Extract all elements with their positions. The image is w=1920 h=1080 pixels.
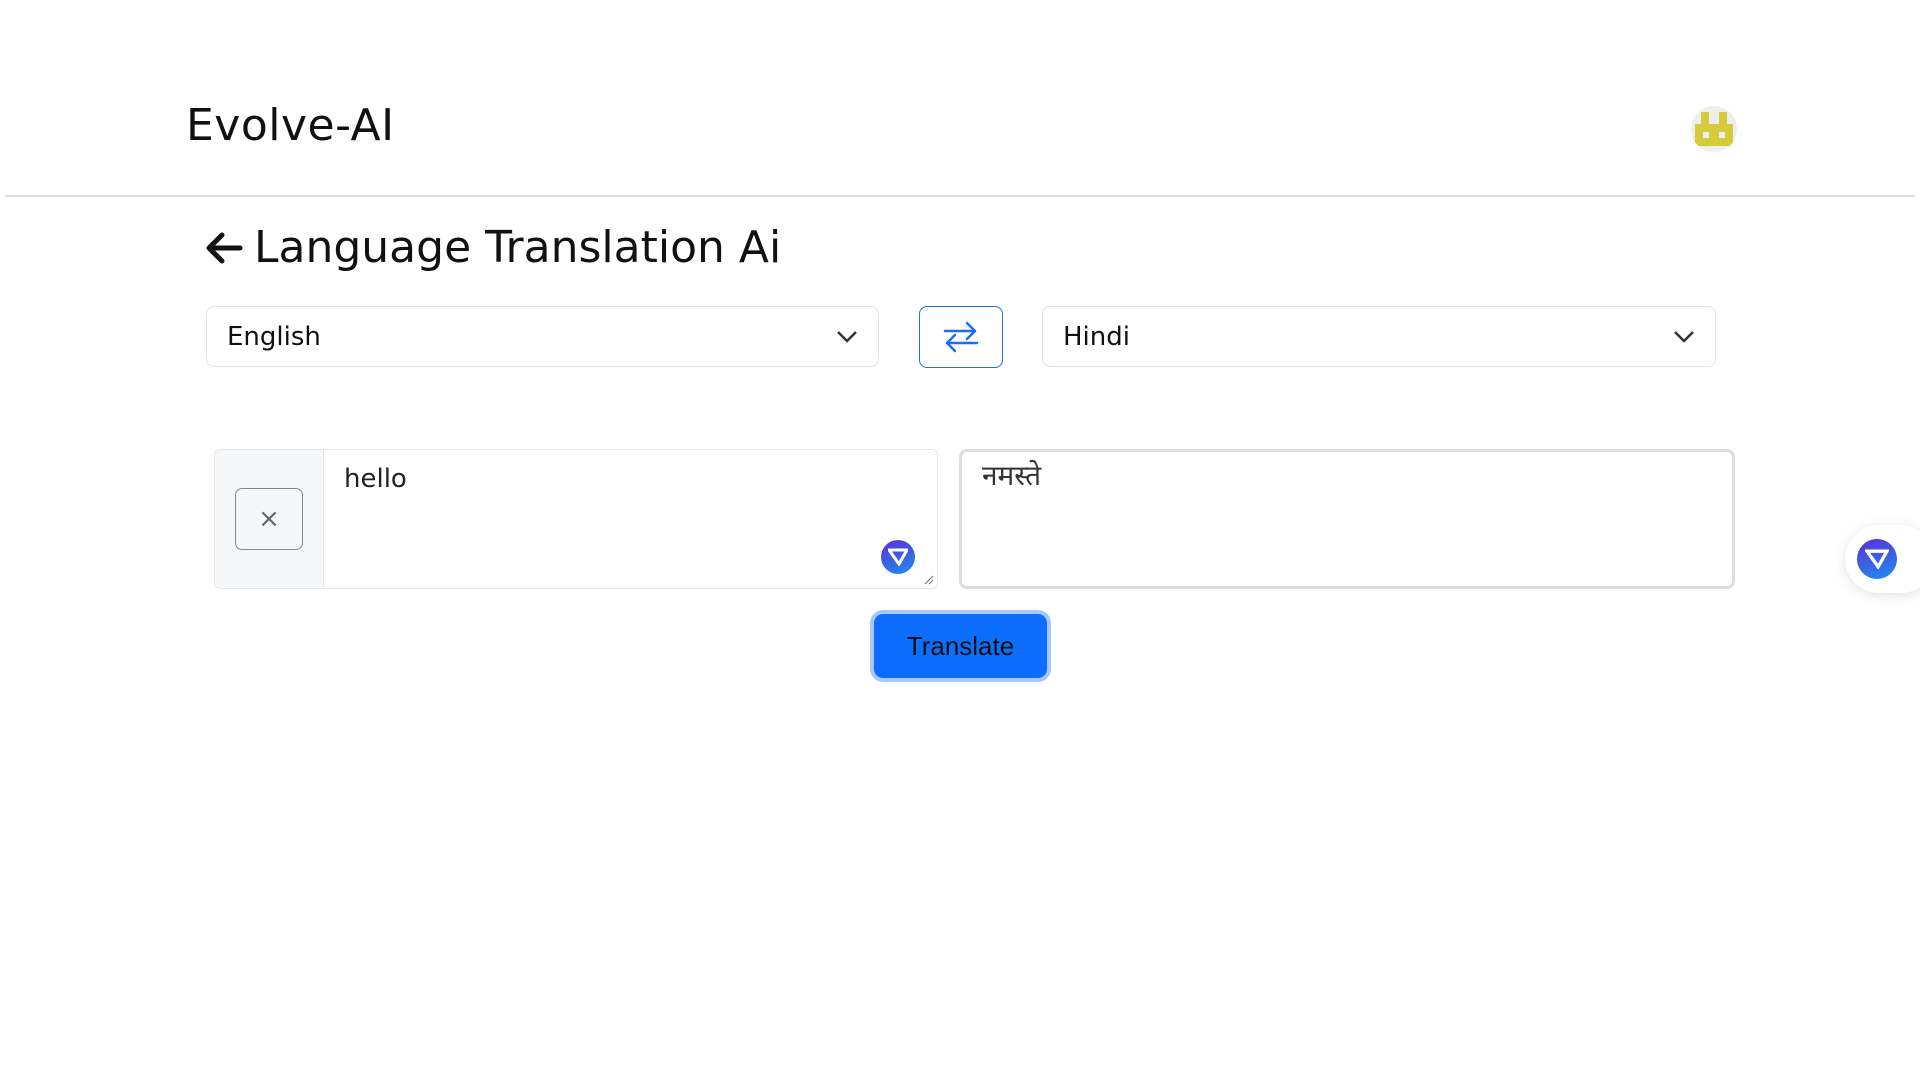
page-title: Language Translation Ai bbox=[254, 222, 782, 273]
output-text: नमस्ते bbox=[982, 459, 1042, 492]
close-icon: × bbox=[258, 504, 280, 534]
swap-languages-button[interactable] bbox=[919, 306, 1003, 368]
source-input-group: × hello bbox=[214, 449, 938, 589]
target-language-select[interactable]: Hindi bbox=[1042, 306, 1716, 367]
resize-handle-icon[interactable] bbox=[922, 573, 934, 585]
target-language-value: Hindi bbox=[1063, 321, 1130, 352]
arrow-left-icon[interactable] bbox=[204, 228, 244, 268]
translation-output[interactable]: नमस्ते bbox=[959, 449, 1735, 589]
page-header: Language Translation Ai bbox=[204, 222, 781, 273]
translate-button[interactable]: Translate bbox=[874, 614, 1047, 678]
source-textarea[interactable]: hello bbox=[324, 450, 937, 588]
pixel-avatar-icon bbox=[1695, 112, 1733, 146]
floating-extension-widget[interactable] bbox=[1845, 525, 1920, 593]
source-text: hello bbox=[344, 464, 407, 494]
source-language-value: English bbox=[227, 321, 321, 352]
header-divider bbox=[5, 195, 1915, 197]
brand-logo[interactable]: Evolve-AI bbox=[186, 100, 395, 151]
source-language-select[interactable]: English bbox=[206, 306, 879, 367]
clear-button[interactable]: × bbox=[235, 488, 303, 550]
chevron-down-icon bbox=[1674, 330, 1694, 343]
user-avatar[interactable] bbox=[1691, 106, 1737, 152]
extension-logo-icon[interactable] bbox=[881, 540, 915, 574]
input-addon: × bbox=[215, 450, 324, 588]
extension-logo-icon bbox=[1857, 539, 1897, 579]
chevron-down-icon bbox=[837, 330, 857, 343]
swap-arrows-icon bbox=[943, 321, 979, 353]
